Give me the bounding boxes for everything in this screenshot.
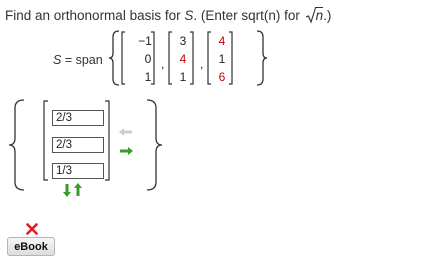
- set-variable: S: [184, 8, 194, 23]
- add-column-arrow-icon[interactable]: [119, 147, 133, 155]
- vector-1-entry-2: 0: [144, 52, 152, 66]
- span-label: S = span: [53, 53, 103, 67]
- vector-3-entry-3: 6: [218, 70, 226, 84]
- vector-3-entry-1: 4: [218, 34, 226, 48]
- vector-1-entry-3: 1: [144, 70, 152, 84]
- answer-right-brace: [146, 99, 163, 191]
- vector-separator: ,: [200, 57, 204, 71]
- right-brace: [256, 30, 268, 86]
- answer-input-2[interactable]: [52, 137, 104, 153]
- remove-column-arrow-icon[interactable]: [119, 128, 133, 136]
- question-text: Find an orthonormal basis for S. (Enter …: [5, 7, 332, 25]
- vector-2-entry-2: 4: [179, 52, 187, 66]
- red-x-icon: [26, 223, 38, 235]
- answer-input-3[interactable]: [52, 163, 104, 179]
- add-row-arrow-icon[interactable]: [63, 183, 71, 197]
- answer-input-1[interactable]: [52, 110, 104, 126]
- vector-2-entry-3: 1: [179, 70, 187, 84]
- remove-row-arrow-icon[interactable]: [74, 183, 82, 197]
- ebook-button[interactable]: eBook: [7, 237, 55, 256]
- vector-separator: ,: [161, 57, 165, 71]
- answer-left-brace: [8, 99, 25, 191]
- left-brace: [109, 30, 120, 86]
- vector-1-entry-1: −1: [138, 34, 152, 48]
- answer-matrix-right-bracket: [105, 100, 110, 181]
- vector-3-entry-2: 1: [218, 52, 226, 66]
- vector-2-entry-1: 3: [179, 34, 187, 48]
- answer-matrix-left-bracket: [43, 100, 48, 181]
- sqrt-symbol: n: [305, 7, 324, 25]
